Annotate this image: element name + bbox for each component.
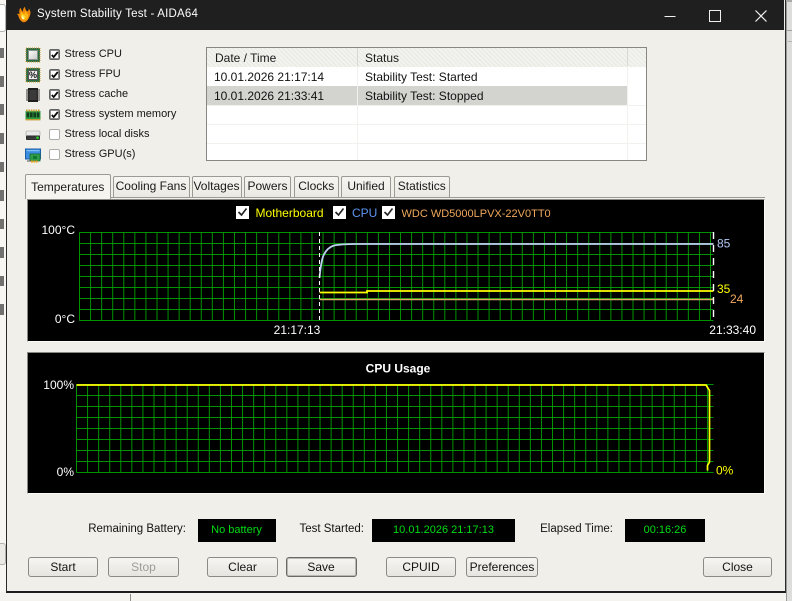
svg-text:Motherboard: Motherboard	[256, 206, 324, 220]
svg-text:CPU Usage: CPU Usage	[366, 362, 431, 376]
svg-text:24: 24	[730, 292, 744, 306]
svg-text:WDC WD5000LPVX-22V0TT0: WDC WD5000LPVX-22V0TT0	[402, 208, 551, 220]
svg-text:35: 35	[717, 282, 731, 296]
svg-text:%: %	[29, 70, 37, 80]
svg-text:0%: 0%	[57, 465, 75, 479]
svg-text:0%: 0%	[716, 464, 734, 478]
svg-text:85: 85	[717, 237, 731, 251]
svg-text:0°C: 0°C	[55, 312, 75, 326]
svg-text:21:33:40: 21:33:40	[709, 323, 756, 337]
svg-text:100%: 100%	[43, 378, 74, 392]
svg-text:100°C: 100°C	[42, 223, 76, 237]
svg-text:CPU: CPU	[352, 206, 377, 220]
svg-text:21:17:13: 21:17:13	[274, 323, 321, 337]
